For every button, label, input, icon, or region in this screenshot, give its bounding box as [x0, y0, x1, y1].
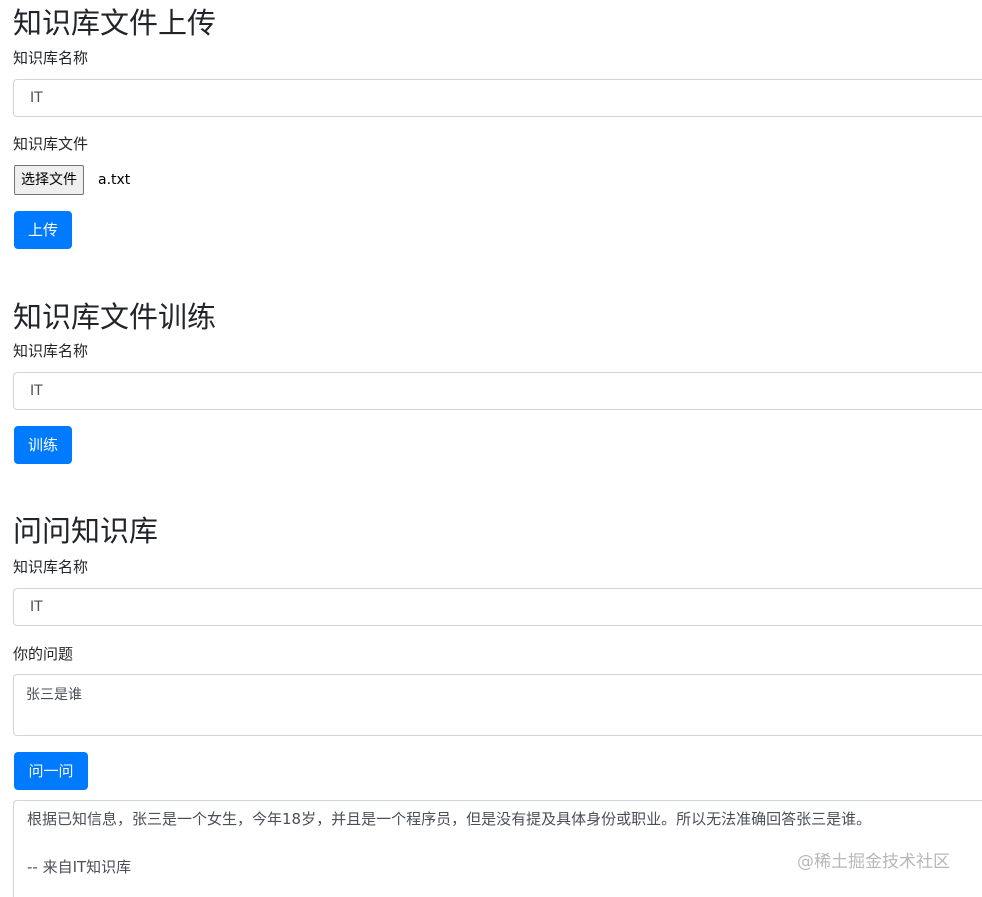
- ask-button[interactable]: 问一问: [14, 752, 88, 790]
- knowledge-base-page: 知识库文件上传 知识库名称 知识库文件 选择文件 a.txt 上传 知识库文件训…: [0, 0, 982, 897]
- answer-source: -- 来自IT知识库: [27, 858, 132, 876]
- question-label: 你的问题: [13, 645, 74, 663]
- selected-file-name: a.txt: [98, 172, 131, 188]
- ask-section-title: 问问知识库: [13, 514, 159, 548]
- answer-text: 根据已知信息，张三是一个女生，今年18岁，并且是一个程序员，但是没有提及具体身份…: [27, 810, 872, 828]
- train-name-label: 知识库名称: [13, 342, 89, 360]
- watermark: @稀土掘金技术社区: [797, 852, 950, 872]
- train-name-input[interactable]: [13, 372, 982, 410]
- upload-name-label: 知识库名称: [13, 49, 89, 67]
- ask-name-input[interactable]: [13, 588, 982, 626]
- upload-section-title: 知识库文件上传: [13, 6, 217, 40]
- upload-file-label: 知识库文件: [13, 135, 89, 153]
- choose-file-button[interactable]: 选择文件: [14, 165, 84, 195]
- upload-button[interactable]: 上传: [14, 211, 72, 249]
- train-button[interactable]: 训练: [14, 426, 72, 464]
- train-section-title: 知识库文件训练: [13, 300, 217, 334]
- question-textarea[interactable]: 张三是谁: [13, 674, 982, 736]
- answer-box: 根据已知信息，张三是一个女生，今年18岁，并且是一个程序员，但是没有提及具体身份…: [13, 800, 982, 897]
- upload-name-input[interactable]: [13, 79, 982, 117]
- ask-name-label: 知识库名称: [13, 558, 89, 576]
